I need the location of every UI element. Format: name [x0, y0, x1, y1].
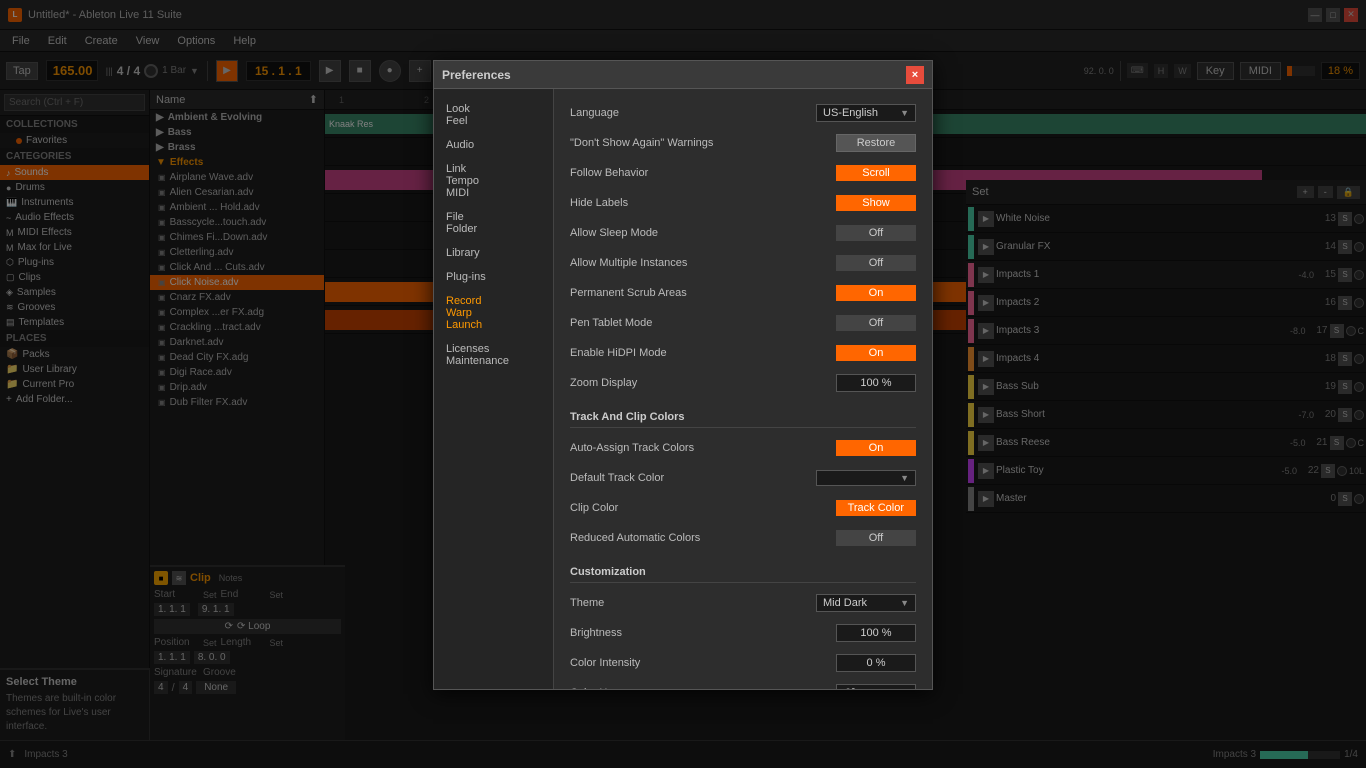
pref-reduced-colors-label: Reduced Automatic Colors: [570, 532, 836, 544]
pref-brightness-label: Brightness: [570, 627, 836, 639]
pref-dont-show-row: "Don't Show Again" Warnings Restore: [570, 131, 916, 155]
pref-nav-library[interactable]: Library: [434, 241, 553, 265]
pref-hidpi-toggle[interactable]: On: [836, 345, 916, 361]
pref-color-hue-value: 0° ◀: [836, 684, 916, 690]
hue-adjust-btn[interactable]: ◀: [860, 687, 868, 690]
pref-brightness-row: Brightness 100 %: [570, 621, 916, 645]
pref-restore-btn[interactable]: Restore: [836, 134, 916, 152]
pref-language-value: US-English: [823, 107, 878, 119]
pref-nav-record[interactable]: RecordWarpLaunch: [434, 289, 553, 337]
pref-multiple-toggle[interactable]: Off: [836, 255, 916, 271]
pref-sleep-row: Allow Sleep Mode Off: [570, 221, 916, 245]
pref-follow-label: Follow Behavior: [570, 167, 836, 179]
preferences-body: LookFeel Audio LinkTempoMIDI FileFolder …: [434, 89, 932, 689]
pref-nav-look[interactable]: LookFeel: [434, 97, 553, 133]
pref-hide-labels-row: Hide Labels Show: [570, 191, 916, 215]
preferences-title: Preferences: [442, 68, 511, 82]
pref-color-hue-row: Color Hue 0° ◀: [570, 681, 916, 689]
pref-theme-value: Mid Dark: [823, 597, 867, 609]
pref-scrub-row: Permanent Scrub Areas On: [570, 281, 916, 305]
pref-multiple-label: Allow Multiple Instances: [570, 257, 836, 269]
pref-theme-row: Theme Mid Dark ▼: [570, 591, 916, 615]
pref-scrub-label: Permanent Scrub Areas: [570, 287, 836, 299]
pref-pen-label: Pen Tablet Mode: [570, 317, 836, 329]
preferences-overlay: Preferences × LookFeel Audio LinkTempoMI…: [0, 0, 1366, 768]
pref-zoom-label: Zoom Display: [570, 377, 836, 389]
pref-color-hue-display: 0°: [845, 687, 856, 689]
preferences-dialog: Preferences × LookFeel Audio LinkTempoMI…: [433, 60, 933, 690]
preferences-content: Language US-English ▼ "Don't Show Again"…: [554, 89, 932, 689]
pref-follow-toggle[interactable]: Scroll: [836, 165, 916, 181]
pref-default-track-color-label: Default Track Color: [570, 472, 816, 484]
preferences-sidebar: LookFeel Audio LinkTempoMIDI FileFolder …: [434, 89, 554, 689]
pref-customization-title: Customization: [570, 566, 916, 583]
pref-sleep-toggle[interactable]: Off: [836, 225, 916, 241]
pref-default-track-color-row: Default Track Color ▼: [570, 466, 916, 490]
theme-dropdown-arrow: ▼: [900, 598, 909, 608]
pref-zoom-row: Zoom Display 100 %: [570, 371, 916, 395]
pref-auto-assign-row: Auto-Assign Track Colors On: [570, 436, 916, 460]
pref-nav-licenses[interactable]: LicensesMaintenance: [434, 337, 553, 373]
dropdown-arrow-track: ▼: [900, 473, 909, 483]
pref-hidpi-label: Enable HiDPI Mode: [570, 347, 836, 359]
pref-clip-color-row: Clip Color Track Color: [570, 496, 916, 520]
preferences-title-bar: Preferences ×: [434, 61, 932, 89]
dropdown-arrow: ▼: [900, 108, 909, 118]
pref-pen-toggle[interactable]: Off: [836, 315, 916, 331]
pref-language-row: Language US-English ▼: [570, 101, 916, 125]
pref-track-clip-title: Track And Clip Colors: [570, 411, 916, 428]
preferences-close-button[interactable]: ×: [906, 66, 924, 84]
pref-sleep-label: Allow Sleep Mode: [570, 227, 836, 239]
pref-zoom-value[interactable]: 100 %: [836, 374, 916, 392]
pref-auto-assign-label: Auto-Assign Track Colors: [570, 442, 836, 454]
pref-clip-color-label: Clip Color: [570, 502, 836, 514]
pref-auto-assign-toggle[interactable]: On: [836, 440, 916, 456]
pref-nav-plugins[interactable]: Plug-ins: [434, 265, 553, 289]
pref-color-intensity-row: Color Intensity 0 %: [570, 651, 916, 675]
pref-nav-link[interactable]: LinkTempoMIDI: [434, 157, 553, 205]
pref-nav-audio[interactable]: Audio: [434, 133, 553, 157]
pref-color-hue-label: Color Hue: [570, 687, 836, 689]
pref-theme-dropdown[interactable]: Mid Dark ▼: [816, 594, 916, 612]
pref-dont-show-label: "Don't Show Again" Warnings: [570, 137, 836, 149]
pref-nav-file[interactable]: FileFolder: [434, 205, 553, 241]
pref-language-dropdown[interactable]: US-English ▼: [816, 104, 916, 122]
pref-color-intensity-value[interactable]: 0 %: [836, 654, 916, 672]
pref-reduced-colors-toggle[interactable]: Off: [836, 530, 916, 546]
pref-follow-row: Follow Behavior Scroll: [570, 161, 916, 185]
pref-hidpi-row: Enable HiDPI Mode On: [570, 341, 916, 365]
pref-default-track-color-dropdown[interactable]: ▼: [816, 470, 916, 486]
pref-reduced-colors-row: Reduced Automatic Colors Off: [570, 526, 916, 550]
pref-brightness-value[interactable]: 100 %: [836, 624, 916, 642]
pref-language-label: Language: [570, 107, 816, 119]
pref-pen-row: Pen Tablet Mode Off: [570, 311, 916, 335]
pref-color-intensity-label: Color Intensity: [570, 657, 836, 669]
pref-multiple-row: Allow Multiple Instances Off: [570, 251, 916, 275]
pref-theme-label: Theme: [570, 597, 816, 609]
pref-hide-labels-toggle[interactable]: Show: [836, 195, 916, 211]
pref-scrub-toggle[interactable]: On: [836, 285, 916, 301]
pref-hide-labels-label: Hide Labels: [570, 197, 836, 209]
pref-clip-color-toggle[interactable]: Track Color: [836, 500, 916, 516]
